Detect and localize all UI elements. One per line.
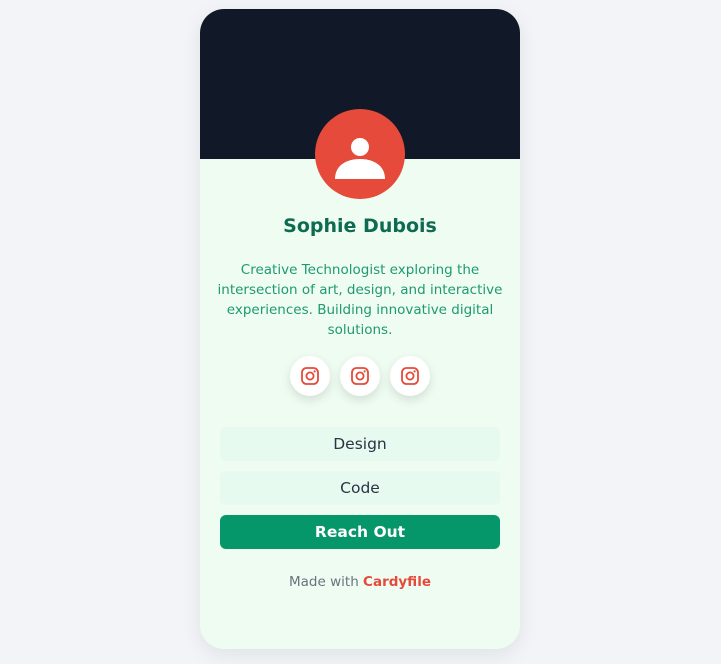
user-icon xyxy=(335,138,385,179)
social-links xyxy=(290,356,430,396)
footer-brand-link[interactable]: Cardyfile xyxy=(363,574,431,590)
profile-bio: Creative Technologist exploring the inte… xyxy=(217,262,503,338)
link-design-button[interactable]: Design xyxy=(220,427,500,461)
instagram-icon xyxy=(301,367,319,385)
link-code-button[interactable]: Code xyxy=(220,471,500,505)
footer: Made with Cardyfile xyxy=(200,574,520,590)
social-button-3[interactable] xyxy=(390,356,430,396)
profile-card: Sophie Dubois Creative Technologist expl… xyxy=(200,9,520,649)
profile-name: Sophie Dubois xyxy=(283,215,437,237)
instagram-icon xyxy=(401,367,419,385)
footer-prefix: Made with xyxy=(289,574,359,590)
avatar xyxy=(315,109,405,199)
social-button-1[interactable] xyxy=(290,356,330,396)
reach-out-button[interactable]: Reach Out xyxy=(220,515,500,549)
instagram-icon xyxy=(351,367,369,385)
social-button-2[interactable] xyxy=(340,356,380,396)
